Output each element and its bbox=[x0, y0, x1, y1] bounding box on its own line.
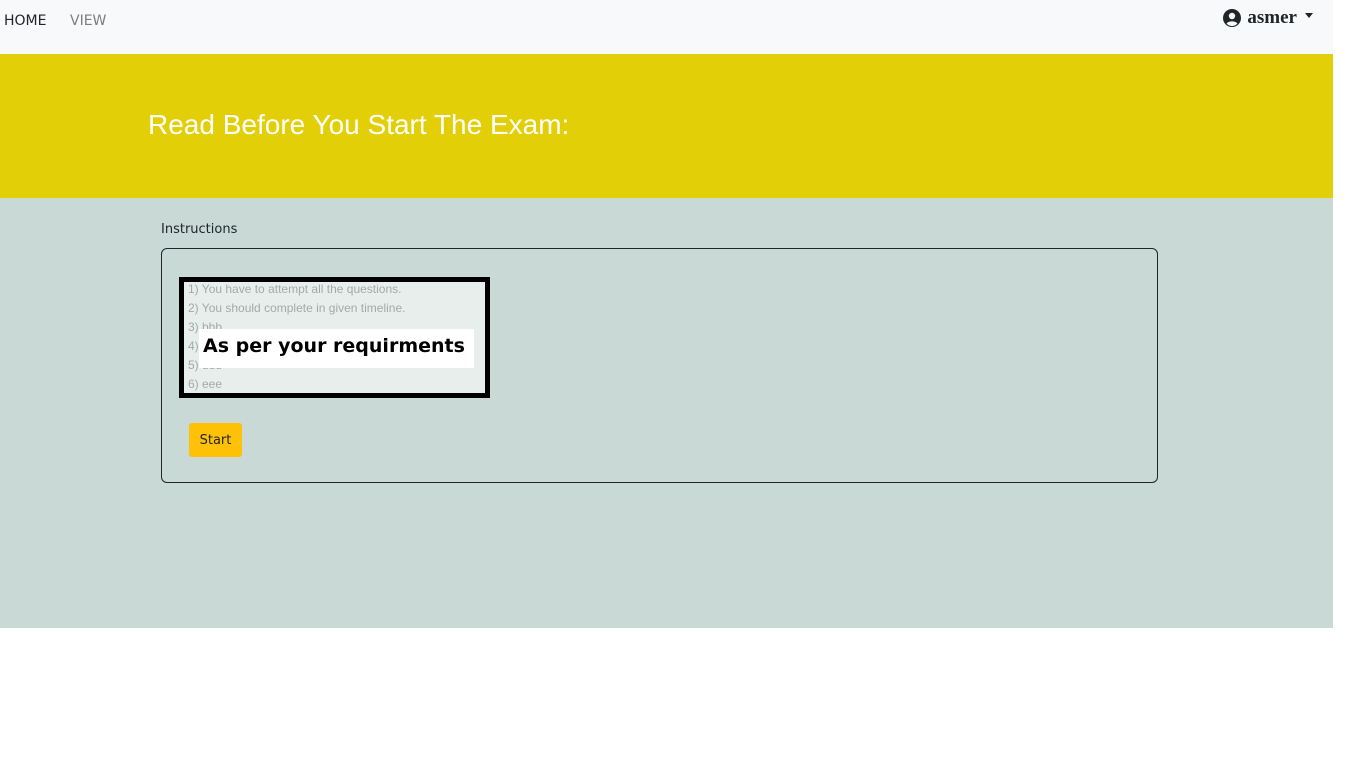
hero-banner: Read Before You Start The Exam: bbox=[0, 54, 1333, 198]
nav-view-link[interactable]: VIEW bbox=[70, 11, 106, 31]
instructions-label: Instructions bbox=[161, 222, 238, 237]
chevron-down-icon bbox=[1305, 12, 1313, 18]
page-title: Read Before You Start The Exam: bbox=[148, 109, 570, 140]
image-overlay: As per your requirments bbox=[199, 329, 474, 368]
nav-home-link[interactable]: HOME bbox=[4, 11, 46, 31]
image-line: 1) You have to attempt all the questions… bbox=[188, 282, 402, 296]
image-overlay-text: As per your requirments bbox=[203, 335, 465, 357]
image-line: 6) eee bbox=[188, 377, 223, 391]
user-name: asmer bbox=[1247, 7, 1297, 28]
main-content: Instructions 1) You have to attempt all … bbox=[0, 198, 1333, 628]
user-circle-icon bbox=[1223, 9, 1242, 27]
instructions-image: 1) You have to attempt all the questions… bbox=[179, 277, 490, 398]
user-menu-dropdown[interactable]: asmer bbox=[1223, 7, 1313, 29]
start-button[interactable]: Start bbox=[189, 423, 242, 457]
top-navbar: HOME VIEW asmer bbox=[0, 0, 1333, 54]
image-line: 2) You should complete in given timeline… bbox=[188, 301, 406, 315]
instructions-card: 1) You have to attempt all the questions… bbox=[161, 248, 1158, 483]
